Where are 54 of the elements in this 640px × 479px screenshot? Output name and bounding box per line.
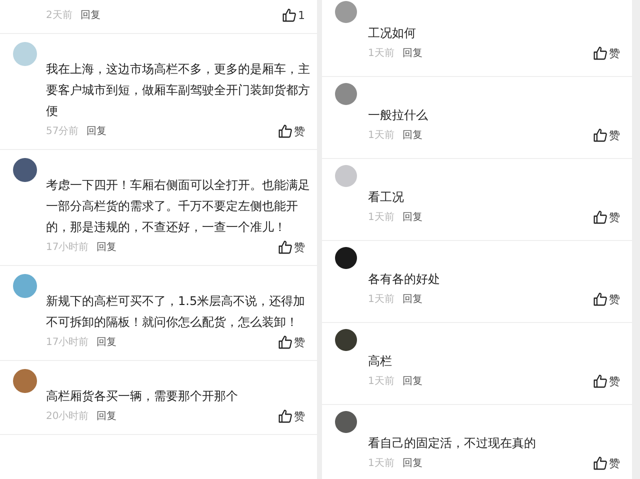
timestamp: 1天前 [368, 47, 394, 60]
timestamp: 17小时前 [46, 336, 89, 349]
reply-link[interactable]: 回复 [96, 240, 117, 254]
timestamp: 2天前 [46, 9, 72, 22]
reply-link[interactable]: 回复 [402, 128, 422, 142]
like-count: 赞 [609, 128, 620, 142]
comment-text: 看工况 [368, 189, 405, 206]
thumbs-up-icon[interactable] [593, 128, 607, 142]
reply-link[interactable]: 回复 [402, 210, 422, 224]
reply-link[interactable]: 回复 [402, 374, 422, 388]
thumbs-up-icon[interactable] [278, 240, 292, 254]
comment-text: 各有各的好处 [368, 271, 441, 288]
thumbs-up-icon[interactable] [282, 8, 296, 22]
reply-link[interactable]: 回复 [80, 8, 100, 22]
timestamp: 20小时前 [46, 410, 89, 423]
like-count: 赞 [294, 334, 305, 350]
thumbs-up-icon[interactable] [278, 124, 292, 138]
timestamp: 57分前 [46, 125, 79, 138]
timestamp: 1天前 [368, 457, 394, 470]
reply-link[interactable]: 回复 [402, 456, 422, 470]
timestamp: 17小时前 [46, 240, 89, 254]
thumbs-up-icon[interactable] [278, 335, 292, 349]
comment-text: 考虑一下四开！车厢右侧面可以全打开。也能满足一部分高栏货的需求了。千万不要定左侧也能开的，那是违规的，不查还好，一查一个准儿！ [46, 177, 311, 236]
comment-text: 一般拉什么 [368, 107, 429, 124]
comment-text: 看自己的固定活，不过现在真的 [368, 435, 537, 452]
like-count: 赞 [609, 456, 620, 470]
like-count: 赞 [294, 124, 305, 138]
like-count: 赞 [609, 46, 620, 60]
comment-text: 高栏 [368, 353, 393, 370]
thumbs-up-icon[interactable] [593, 292, 607, 306]
timestamp: 1天前 [368, 375, 394, 388]
reply-link[interactable]: 回复 [86, 124, 107, 138]
comment-text: 我在上海，这边市场高栏不多，更多的是厢车，主要客户城市到短，做厢车副驾驶全开门装卸货都方便 [46, 61, 311, 120]
timestamp: 1天前 [368, 211, 394, 224]
like-count: 赞 [609, 374, 620, 388]
comment-text: 高栏厢货各买一辆，需要那个开那个 [46, 388, 239, 405]
timestamp: 1天前 [368, 129, 394, 142]
like-count: 1 [298, 8, 305, 22]
like-count: 赞 [609, 292, 620, 306]
reply-link[interactable]: 回复 [402, 46, 422, 60]
like-count: 赞 [294, 408, 305, 424]
reply-link[interactable]: 回复 [402, 292, 422, 306]
reply-link[interactable]: 回复 [96, 409, 117, 423]
timestamp: 1天前 [368, 293, 394, 306]
reply-link[interactable]: 回复 [96, 335, 117, 349]
thumbs-up-icon[interactable] [593, 210, 607, 224]
thumbs-up-icon[interactable] [278, 409, 292, 423]
thumbs-up-icon[interactable] [593, 456, 607, 470]
thumbs-up-icon[interactable] [593, 374, 607, 388]
comment-text: 工况如何 [368, 25, 417, 42]
comment-text: 新规下的高栏可买不了，1.5米层高不说，还得加不可拆卸的隔板！就问你怎么配货，怎么装卸！ [46, 293, 306, 331]
thumbs-up-icon[interactable] [593, 46, 607, 60]
like-count: 赞 [609, 210, 620, 224]
like-count: 赞 [294, 240, 305, 254]
